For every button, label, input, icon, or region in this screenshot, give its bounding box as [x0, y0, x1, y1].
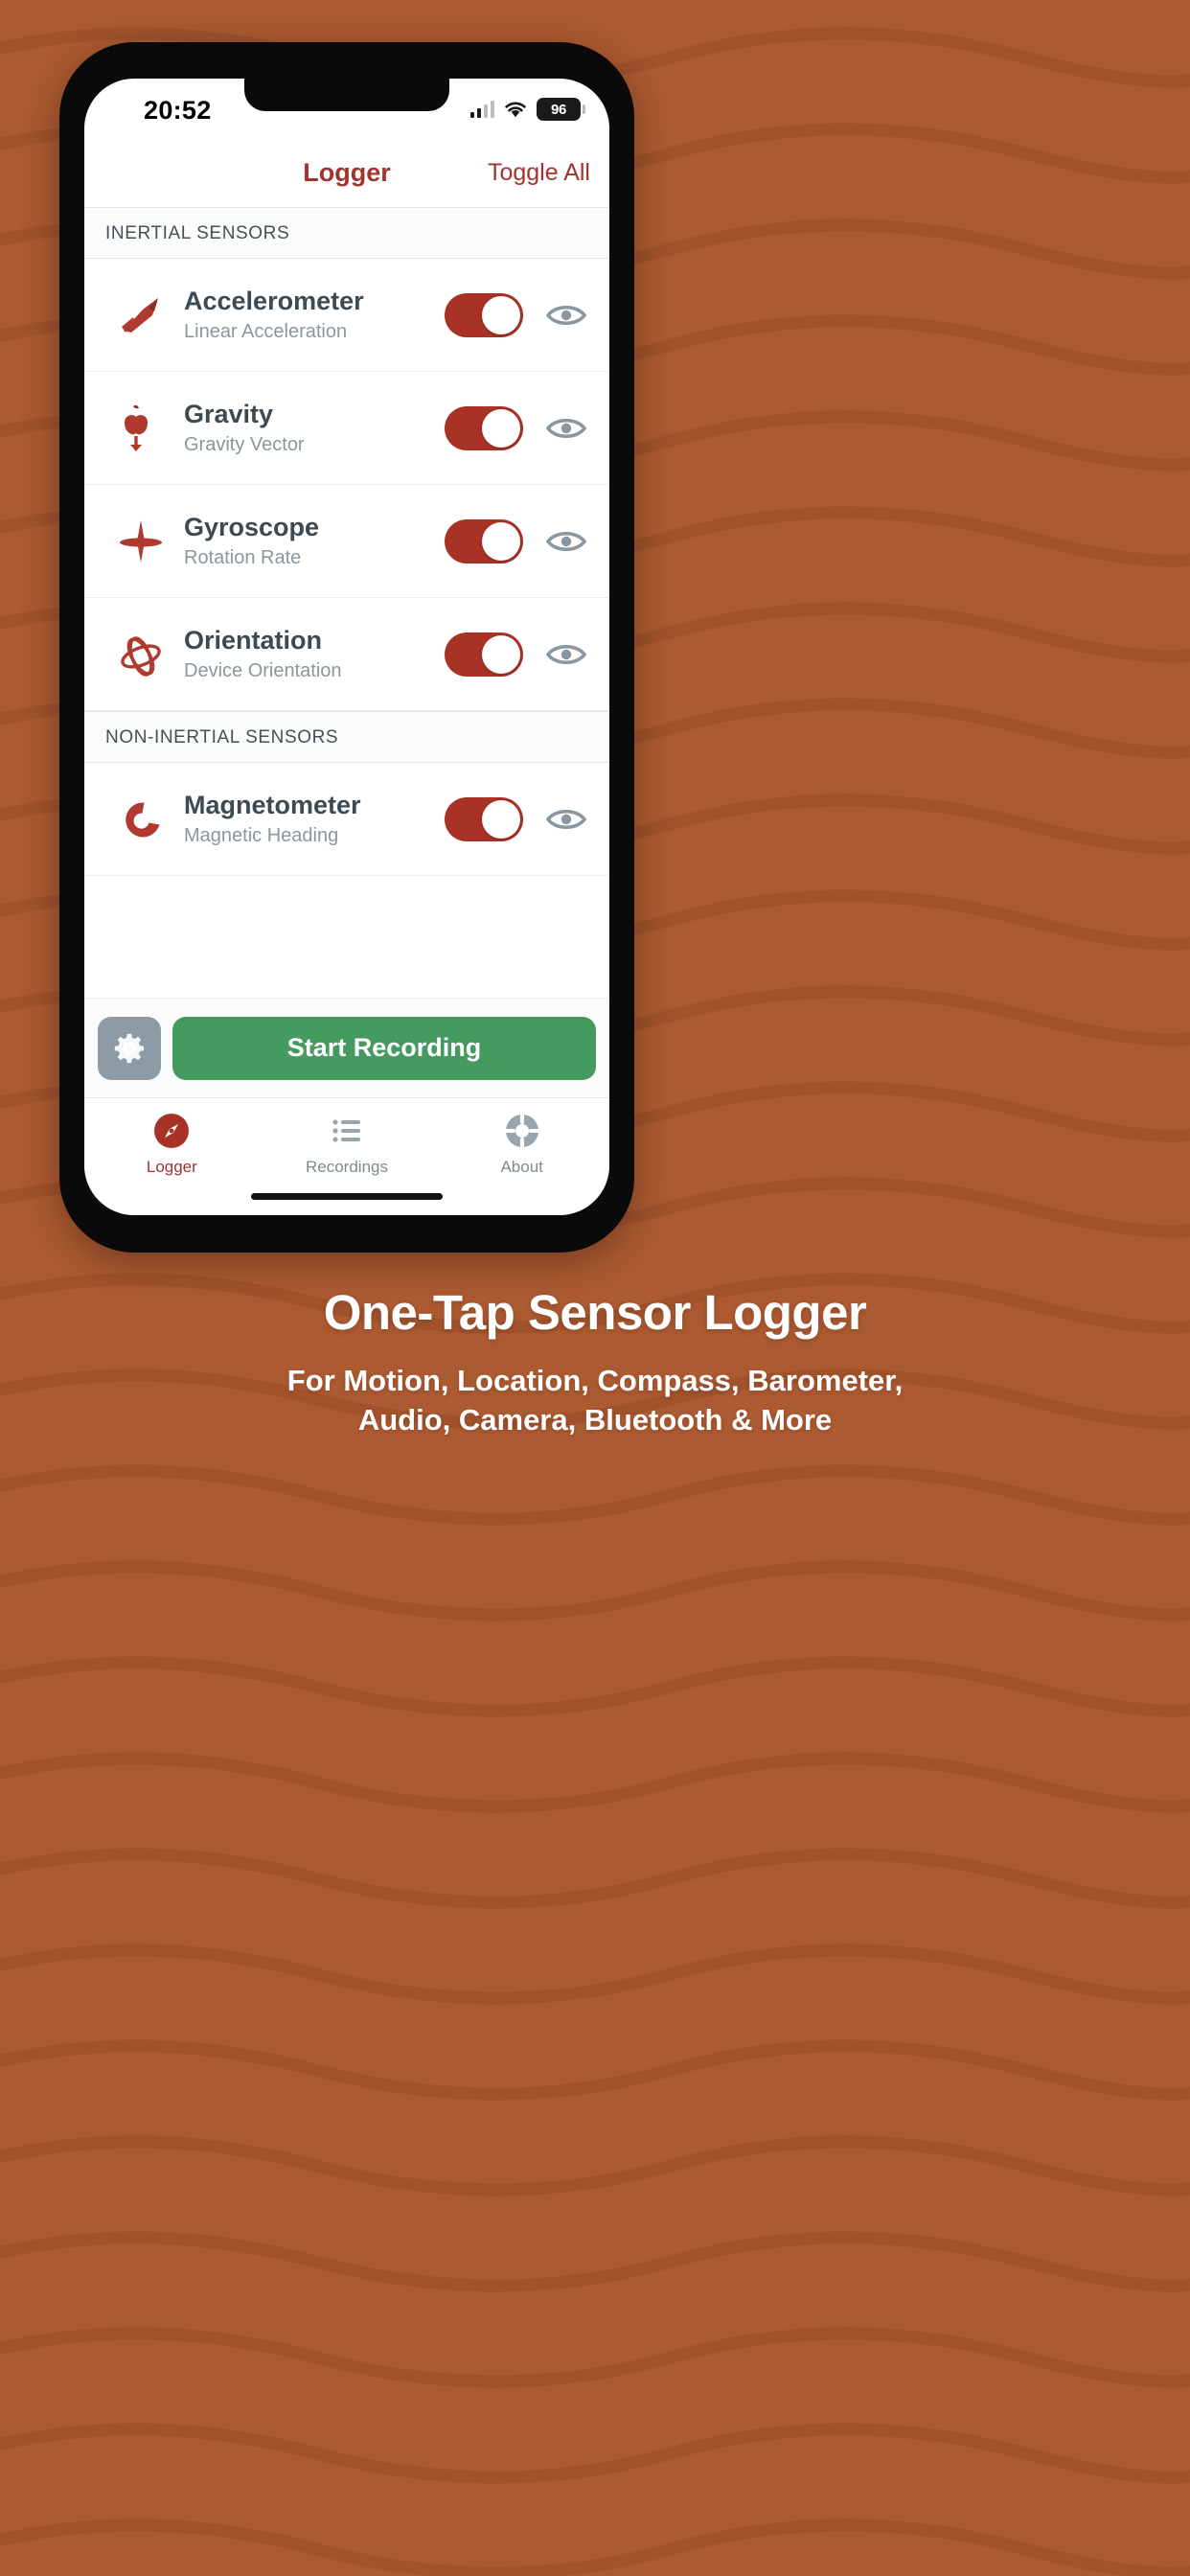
eye-icon[interactable]	[544, 528, 588, 555]
sensor-row-magnetometer[interactable]: Magnetometer Magnetic Heading	[84, 763, 609, 876]
info-wheel-icon	[504, 1114, 539, 1148]
phone-frame: 20:52 96 Logger Toggle All INERTIAL SENS…	[59, 42, 634, 1253]
sensor-toggle-gravity[interactable]	[445, 405, 523, 450]
tab-label: About	[500, 1158, 543, 1176]
status-indicators: 96	[469, 98, 585, 121]
status-time: 20:52	[144, 96, 212, 125]
sensor-toggle-accelerometer[interactable]	[445, 292, 523, 337]
battery-level: 96	[550, 101, 567, 118]
sensor-text: Gyroscope Rotation Rate	[176, 513, 445, 570]
sensor-row-gyroscope[interactable]: Gyroscope Rotation Rate	[84, 485, 609, 598]
gear-icon	[114, 1033, 144, 1063]
sensor-toggle-magnetometer[interactable]	[445, 796, 523, 841]
sensor-text: Magnetometer Magnetic Heading	[176, 791, 445, 848]
tab-logger[interactable]: Logger	[84, 1112, 260, 1177]
battery-icon: 96	[537, 98, 585, 121]
compass-icon	[154, 1114, 190, 1148]
sensor-text: Accelerometer Linear Acceleration	[176, 287, 445, 344]
marketing-headline: One-Tap Sensor Logger	[323, 1285, 867, 1340]
sensor-subtitle: Rotation Rate	[184, 547, 302, 569]
rocket-icon	[105, 288, 176, 342]
sensor-toggle-orientation[interactable]	[445, 632, 523, 677]
sensor-row-orientation[interactable]: Orientation Device Orientation	[84, 598, 609, 711]
eye-icon[interactable]	[544, 302, 588, 329]
sensor-name: Gyroscope	[184, 512, 320, 541]
spinning-top-icon	[105, 515, 176, 568]
marketing-subline: For Motion, Location, Compass, Barometer…	[23, 1362, 1167, 1440]
toggle-knob	[482, 295, 520, 334]
sensor-subtitle: Linear Acceleration	[184, 321, 348, 343]
toggle-knob	[482, 408, 520, 448]
sensor-row-gravity[interactable]: Gravity Gravity Vector	[84, 372, 609, 485]
sensor-list[interactable]: INERTIAL SENSORS Accelerometer Linear Ac…	[84, 207, 609, 905]
sensor-row-accelerometer[interactable]: Accelerometer Linear Acceleration	[84, 259, 609, 372]
apple-falling-icon	[105, 402, 176, 455]
marketing-subline-2: Audio, Camera, Bluetooth & More	[357, 1402, 833, 1437]
phone-screen: 20:52 96 Logger Toggle All INERTIAL SENS…	[84, 79, 609, 1215]
home-indicator	[251, 1193, 443, 1200]
sensor-name: Gravity	[184, 399, 274, 428]
sensor-text: Orientation Device Orientation	[176, 626, 445, 683]
list-icon	[332, 1119, 360, 1142]
page-title: Logger	[303, 157, 391, 187]
eye-icon[interactable]	[544, 806, 588, 833]
magnet-icon	[105, 793, 176, 846]
toggle-knob	[482, 634, 520, 674]
sensor-name: Barometer	[184, 904, 445, 905]
nav-bar: Logger Toggle All	[84, 138, 609, 207]
tab-label: Recordings	[306, 1158, 388, 1176]
sensor-subtitle: Device Orientation	[184, 660, 342, 682]
toggle-all-button[interactable]: Toggle All	[488, 159, 590, 187]
wifi-icon	[505, 102, 526, 118]
sensor-subtitle: Magnetic Heading	[184, 825, 339, 847]
sensor-row-barometer[interactable]: Barometer Altitude & Pressure	[84, 876, 609, 905]
phone-notch	[244, 79, 449, 111]
start-recording-button[interactable]: Start Recording	[172, 1016, 596, 1080]
sensor-text: Barometer Altitude & Pressure	[176, 904, 445, 905]
cellular-signal-icon	[469, 101, 494, 118]
action-bar: Start Recording	[84, 998, 609, 1097]
tab-recordings[interactable]: Recordings	[260, 1112, 435, 1177]
section-header-inertial: INERTIAL SENSORS	[84, 207, 609, 259]
eye-icon[interactable]	[544, 415, 588, 442]
sensor-name: Orientation	[184, 625, 323, 655]
gyro-rings-icon	[105, 628, 176, 681]
sensor-text: Gravity Gravity Vector	[176, 400, 445, 457]
sensor-name: Accelerometer	[184, 286, 364, 315]
tab-label: Logger	[146, 1158, 197, 1176]
sensor-name: Magnetometer	[184, 790, 361, 819]
eye-icon[interactable]	[544, 641, 588, 668]
marketing-copy: One-Tap Sensor Logger For Motion, Locati…	[0, 1284, 1190, 1440]
marketing-subline-1: For Motion, Location, Compass, Barometer…	[286, 1364, 904, 1397]
sensor-toggle-gyroscope[interactable]	[445, 518, 523, 564]
settings-button[interactable]	[98, 1016, 161, 1080]
tab-about[interactable]: About	[434, 1112, 609, 1177]
tab-bar: Logger Recordings About	[84, 1097, 609, 1215]
section-header-non-inertial: NON-INERTIAL SENSORS	[84, 711, 609, 763]
toggle-knob	[482, 521, 520, 561]
toggle-knob	[482, 799, 520, 839]
sensor-subtitle: Gravity Vector	[184, 434, 305, 456]
